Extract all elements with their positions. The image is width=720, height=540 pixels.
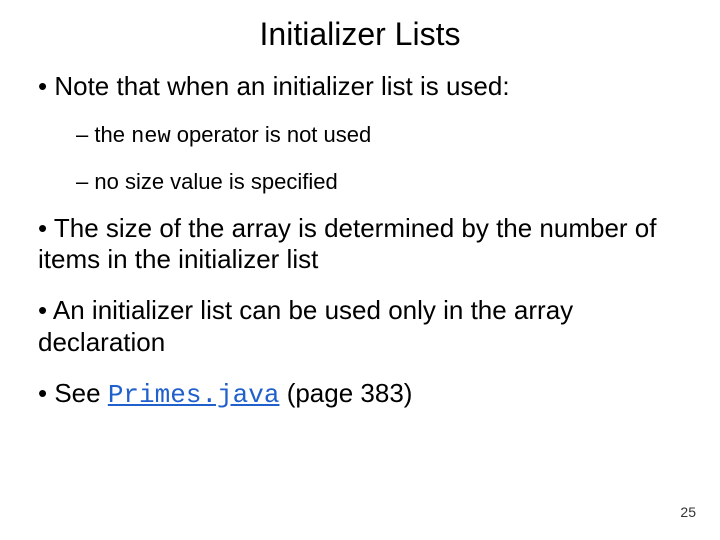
text-pre: the	[94, 122, 131, 147]
bullet-list: Note that when an initializer list is us…	[28, 71, 692, 411]
link-primes-java[interactable]: Primes.java	[108, 380, 280, 410]
text-page-ref: (page 383)	[279, 378, 412, 408]
slide-title: Initializer Lists	[28, 16, 692, 53]
bullet-note: Note that when an initializer list is us…	[38, 71, 692, 102]
bullet-declaration-only: An initializer list can be used only in …	[38, 295, 692, 357]
page-number: 25	[680, 504, 696, 520]
text-post: operator is not used	[171, 122, 372, 147]
subbullet-new-operator: the new operator is not used	[76, 122, 692, 150]
code-new: new	[131, 124, 171, 149]
subbullet-no-size: no size value is specified	[76, 169, 692, 195]
bullet-see-reference: See Primes.java (page 383)	[38, 378, 692, 411]
bullet-size-determined: The size of the array is determined by t…	[38, 213, 692, 275]
slide: Initializer Lists Note that when an init…	[0, 0, 720, 540]
text-see: See	[54, 378, 108, 408]
